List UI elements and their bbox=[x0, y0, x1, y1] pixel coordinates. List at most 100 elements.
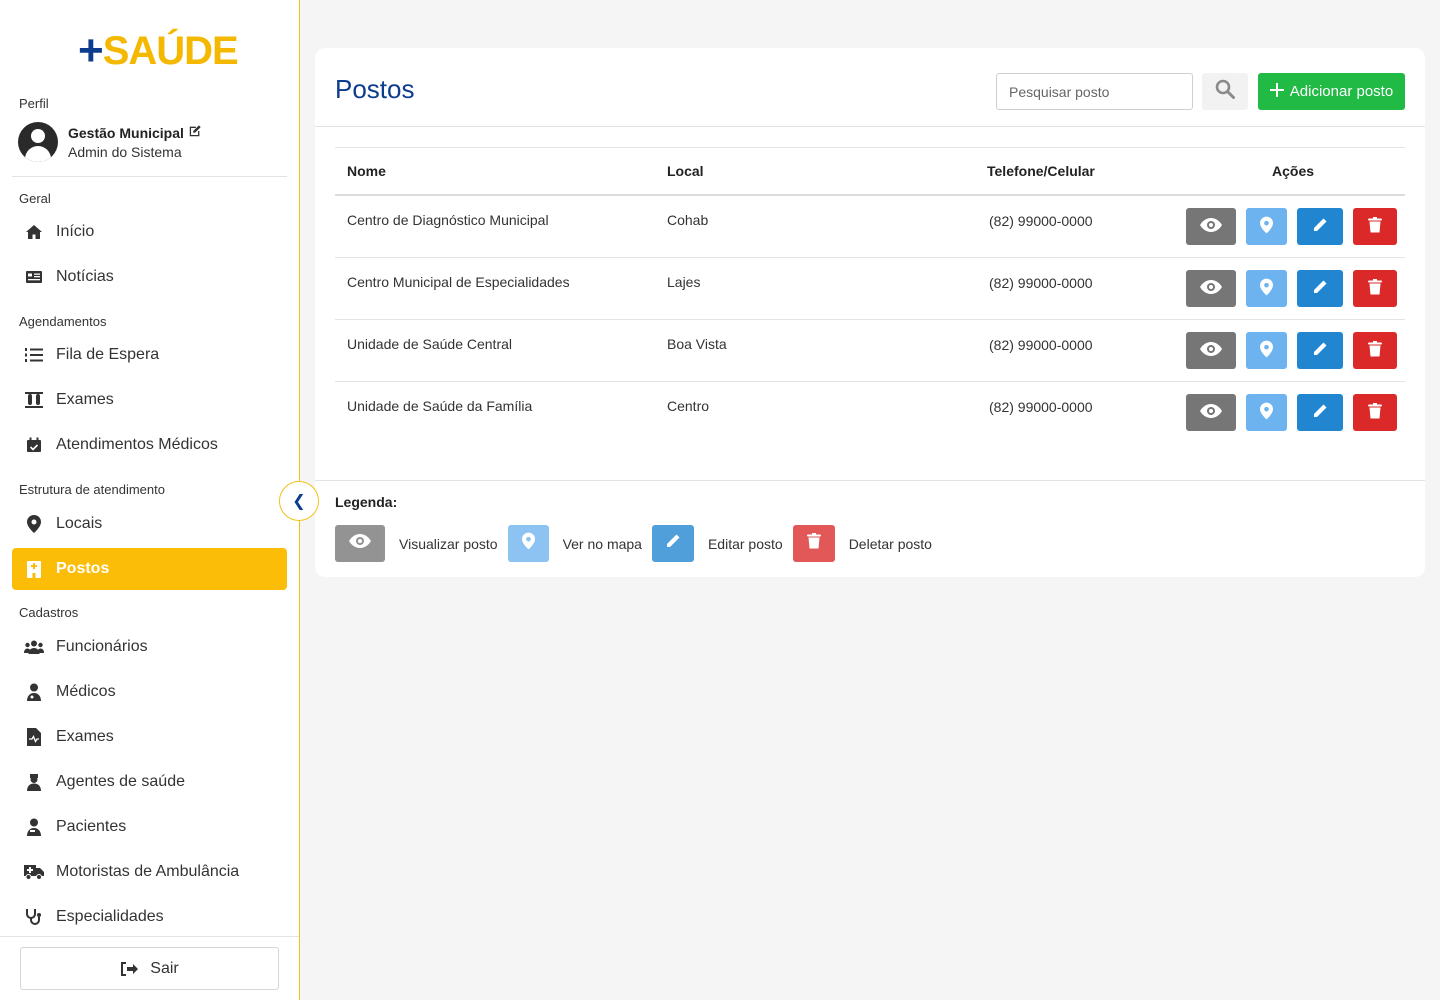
edit-posto-button[interactable] bbox=[1297, 270, 1343, 307]
divider bbox=[0, 936, 299, 937]
sidebar-item-label: Motoristas de Ambulância bbox=[56, 863, 240, 880]
map-posto-button[interactable] bbox=[1246, 270, 1287, 307]
table-header: Nome Local Telefone/Celular Ações bbox=[335, 147, 1405, 196]
sidebar-item-exames-cadastro[interactable]: Exames bbox=[12, 716, 287, 758]
map-marker-icon bbox=[1260, 216, 1273, 237]
sidebar-item-medicos[interactable]: Médicos bbox=[12, 671, 287, 713]
delete-posto-button[interactable] bbox=[1353, 394, 1397, 431]
table-row: Centro Municipal de Especialidades Lajes… bbox=[335, 258, 1405, 320]
sidebar-item-pacientes[interactable]: Pacientes bbox=[12, 806, 287, 848]
sidebar-item-agentes-de-saude[interactable]: Agentes de saúde bbox=[12, 761, 287, 803]
eye-icon bbox=[1200, 280, 1222, 297]
avatar bbox=[18, 122, 58, 162]
legend-view-label: Visualizar posto bbox=[399, 535, 498, 552]
cell-nome: Unidade de Saúde da Família bbox=[347, 398, 533, 414]
trash-icon bbox=[1368, 217, 1382, 236]
row-actions bbox=[1186, 208, 1397, 245]
column-header-acoes: Ações bbox=[1272, 163, 1315, 179]
cell-nome: Unidade de Saúde Central bbox=[347, 336, 513, 352]
home-icon bbox=[24, 222, 44, 242]
sidebar-item-motoristas[interactable]: Motoristas de Ambulância bbox=[12, 851, 287, 893]
table-row: Centro de Diagnóstico Municipal Cohab (8… bbox=[335, 196, 1405, 258]
search-button[interactable] bbox=[1202, 73, 1248, 110]
app-logo[interactable]: + SAÚDE bbox=[78, 26, 239, 75]
edit-posto-button[interactable] bbox=[1297, 332, 1343, 369]
sidebar-item-funcionarios[interactable]: Funcionários bbox=[12, 626, 287, 668]
view-posto-button[interactable] bbox=[1186, 208, 1236, 245]
column-header-nome[interactable]: Nome bbox=[347, 163, 386, 179]
cell-nome: Centro Municipal de Especialidades bbox=[347, 274, 570, 290]
column-header-telefone[interactable]: Telefone/Celular bbox=[987, 163, 1095, 179]
row-actions bbox=[1186, 332, 1397, 369]
column-header-local[interactable]: Local bbox=[667, 163, 704, 179]
logout-label: Sair bbox=[150, 959, 179, 977]
calendar-check-icon bbox=[24, 435, 44, 455]
view-posto-button[interactable] bbox=[1186, 270, 1236, 307]
logo-plus: + bbox=[78, 26, 104, 75]
sidebar-item-exames-agendamento[interactable]: Exames bbox=[12, 379, 287, 421]
profile-name: Gestão Municipal bbox=[68, 124, 184, 141]
legend-title: Legenda: bbox=[335, 494, 398, 510]
pencil-icon bbox=[1312, 403, 1328, 422]
hospital-icon bbox=[24, 559, 44, 579]
cell-telefone: (82) 99000-0000 bbox=[989, 399, 1093, 415]
trash-icon bbox=[1368, 279, 1382, 298]
edit-posto-button[interactable] bbox=[1297, 208, 1343, 245]
cell-local: Cohab bbox=[667, 212, 709, 228]
view-posto-button[interactable] bbox=[1186, 332, 1236, 369]
sign-out-icon bbox=[120, 961, 139, 976]
sidebar-item-noticias[interactable]: Notícias bbox=[12, 256, 287, 298]
cell-telefone: (82) 99000-0000 bbox=[989, 213, 1093, 229]
map-posto-button[interactable] bbox=[1246, 394, 1287, 431]
sidebar-item-inicio[interactable]: Início bbox=[12, 211, 287, 253]
map-posto-button[interactable] bbox=[1246, 208, 1287, 245]
sidebar-item-locais[interactable]: Locais bbox=[12, 503, 287, 545]
cell-nome: Centro de Diagnóstico Municipal bbox=[347, 212, 549, 228]
section-label-agendamentos: Agendamentos bbox=[19, 314, 107, 329]
sidebar-item-label: Fila de Espera bbox=[56, 346, 160, 363]
table-row: Unidade de Saúde Central Boa Vista (82) … bbox=[335, 320, 1405, 382]
delete-posto-button[interactable] bbox=[1353, 270, 1397, 307]
profile-role: Admin do Sistema bbox=[68, 144, 182, 160]
edit-posto-button[interactable] bbox=[1297, 394, 1343, 431]
search-input[interactable] bbox=[996, 73, 1193, 110]
legend-edit-label: Editar posto bbox=[707, 535, 783, 552]
cell-telefone: (82) 99000-0000 bbox=[989, 275, 1093, 291]
eye-icon bbox=[1200, 342, 1222, 359]
divider bbox=[315, 480, 1425, 481]
eye-icon bbox=[1200, 404, 1222, 421]
vials-icon bbox=[24, 390, 44, 410]
collapse-sidebar-button[interactable]: ❮ bbox=[279, 481, 319, 521]
sidebar-item-label: Início bbox=[56, 223, 95, 240]
view-posto-button[interactable] bbox=[1186, 394, 1236, 431]
delete-posto-button[interactable] bbox=[1353, 332, 1397, 369]
legend: Visualizar posto Ver no mapa Editar post… bbox=[335, 525, 942, 562]
sidebar-item-atendimentos-medicos[interactable]: Atendimentos Médicos bbox=[12, 424, 287, 466]
sidebar-item-label: Notícias bbox=[56, 268, 114, 285]
users-icon bbox=[24, 637, 44, 657]
sidebar-item-especialidades[interactable]: Especialidades bbox=[12, 896, 287, 938]
section-label-geral: Geral bbox=[19, 191, 51, 206]
logout-button[interactable]: Sair bbox=[20, 947, 279, 990]
user-md-icon bbox=[24, 682, 44, 702]
edit-profile-icon[interactable] bbox=[188, 124, 202, 141]
newspaper-icon bbox=[24, 267, 44, 287]
map-posto-button[interactable] bbox=[1246, 332, 1287, 369]
sidebar-item-label: Exames bbox=[56, 391, 114, 408]
sidebar-item-label: Pacientes bbox=[56, 818, 127, 835]
sidebar: + SAÚDE Perfil Gestão Municipal Admin do … bbox=[0, 0, 300, 1000]
map-marker-icon bbox=[24, 514, 44, 534]
section-label-estrutura: Estrutura de atendimento bbox=[19, 482, 165, 497]
sidebar-item-fila-de-espera[interactable]: Fila de Espera bbox=[12, 334, 287, 376]
sidebar-item-postos[interactable]: Postos bbox=[12, 548, 287, 590]
map-marker-icon bbox=[1260, 278, 1273, 299]
sidebar-item-label: Locais bbox=[56, 515, 103, 532]
add-posto-label: Adicionar posto bbox=[1289, 83, 1394, 100]
delete-posto-button[interactable] bbox=[1353, 208, 1397, 245]
add-posto-button[interactable]: Adicionar posto bbox=[1258, 73, 1405, 110]
postos-card: Postos Adicionar posto Nome Local Telefo… bbox=[315, 48, 1425, 577]
legend-map-label: Ver no mapa bbox=[562, 535, 642, 552]
map-marker-icon bbox=[521, 532, 535, 555]
table-row: Unidade de Saúde da Família Centro (82) … bbox=[335, 382, 1405, 444]
cell-local: Lajes bbox=[667, 274, 701, 290]
